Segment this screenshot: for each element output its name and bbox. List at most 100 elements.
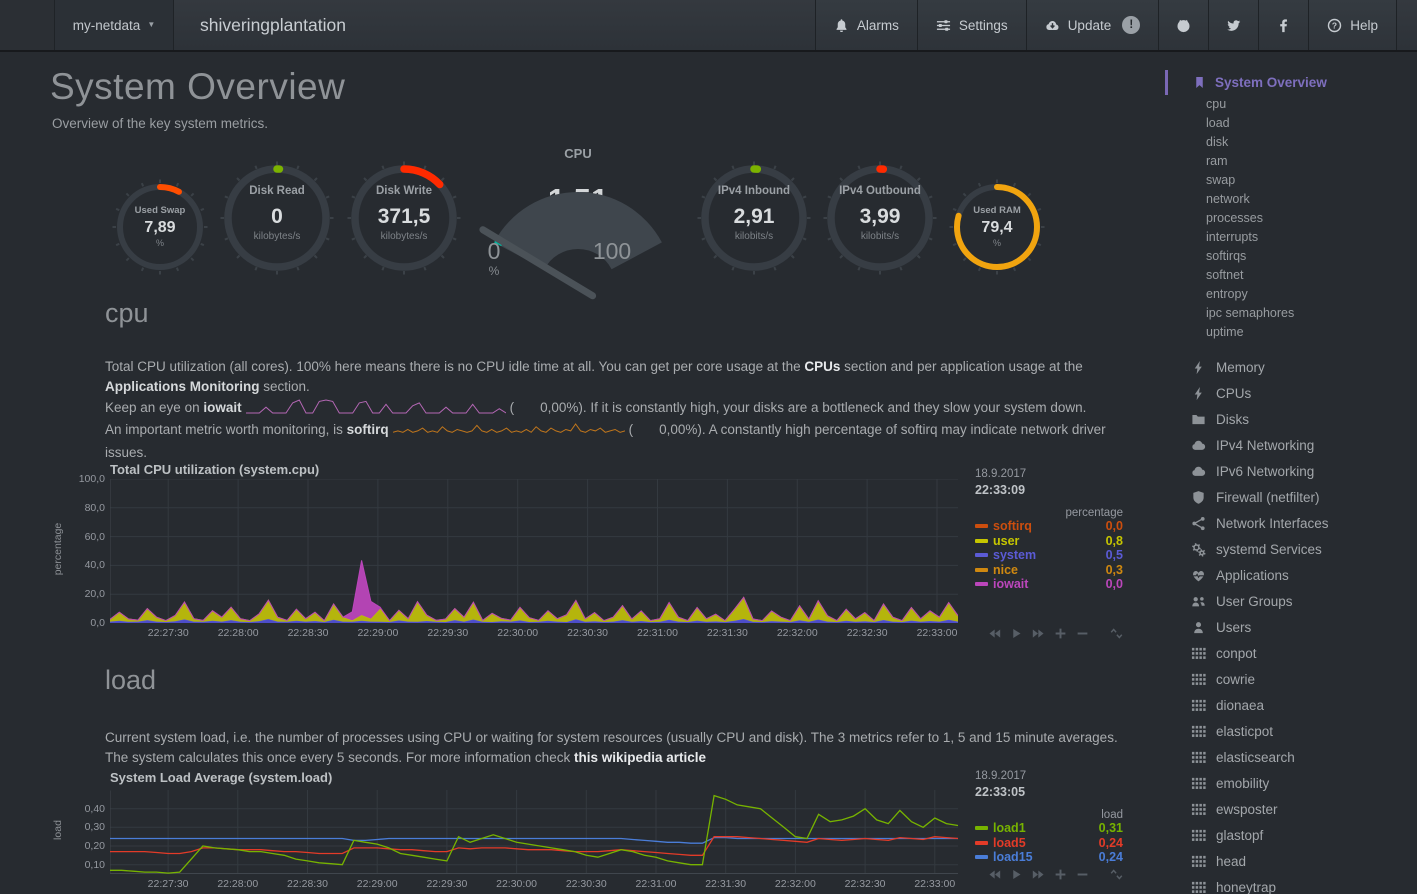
sidebar-subitem-softnet[interactable]: softnet [1165, 266, 1417, 285]
sidebar-subitem-interrupts[interactable]: interrupts [1165, 228, 1417, 247]
sidebar-item-disks[interactable]: Disks [1165, 406, 1417, 432]
chart-zoom-in-button[interactable] [1054, 627, 1067, 640]
github-button[interactable] [1158, 0, 1208, 50]
sidebar-item-conpot[interactable]: conpot [1165, 640, 1417, 666]
sidebar-item-cowrie[interactable]: cowrie [1165, 666, 1417, 692]
update-button[interactable]: Update! [1026, 0, 1159, 50]
sidebar-item-system-overview[interactable]: System Overview [1165, 70, 1417, 95]
chart-pan-forward-button[interactable] [1032, 868, 1045, 881]
sidebar-item-elasticpot[interactable]: elasticpot [1165, 718, 1417, 744]
cpu-p2-text-1: Keep an eye on [105, 400, 203, 415]
gauge-cpu[interactable]: CPU1,510100% [478, 140, 678, 315]
legend-row-load15[interactable]: load150,24 [975, 850, 1125, 865]
legend-row-load1[interactable]: load10,31 [975, 821, 1125, 836]
sidebar-item-memory[interactable]: Memory [1165, 354, 1417, 380]
sidebar-item-honeytrap[interactable]: honeytrap [1165, 874, 1417, 894]
legend-swatch [975, 855, 988, 859]
gauge-value: 3,99 [822, 205, 938, 229]
settings-button[interactable]: Settings [917, 0, 1026, 50]
legend-row-softirq[interactable]: softirq0,0 [975, 519, 1125, 534]
chart-zoom-out-button[interactable] [1076, 868, 1089, 881]
sidebar-item-ipv4-networking[interactable]: IPv4 Networking [1165, 432, 1417, 458]
sidebar-item-head[interactable]: head [1165, 848, 1417, 874]
sidebar-subitem-network[interactable]: network [1165, 190, 1417, 209]
bell-icon [834, 18, 849, 33]
gauge-unit: kilobits/s [696, 231, 812, 242]
sidebar-item-network-interfaces[interactable]: Network Interfaces [1165, 510, 1417, 536]
update-badge: ! [1122, 16, 1140, 34]
help-button[interactable]: ?Help [1308, 0, 1396, 50]
legend-row-nice[interactable]: nice0,3 [975, 563, 1125, 578]
chart-resize-button[interactable] [1110, 868, 1123, 881]
chart-legend: 18.9.201722:33:05loadload10,31load50,24l… [975, 770, 1125, 865]
chart-zoom-in-button[interactable] [1054, 868, 1067, 881]
sliders-icon [936, 18, 951, 33]
my-netdata-menu[interactable]: my-netdata ▼ [55, 0, 174, 50]
facebook-button[interactable] [1258, 0, 1308, 50]
load-chart[interactable]: System Load Average (system.load)0,400,3… [50, 770, 1165, 894]
gauge-used-swap[interactable]: Used Swap7,89% [112, 179, 208, 275]
sidebar-item-firewall-netfilter[interactable]: Firewall (netfilter) [1165, 484, 1417, 510]
sidebar-item-user-groups[interactable]: User Groups [1165, 588, 1417, 614]
gauge-disk-write[interactable]: Disk Write371,5kilobytes/s [346, 160, 462, 276]
heartbeat-icon [1191, 568, 1206, 583]
grid-icon [1191, 698, 1206, 713]
chart-pan-forward-button[interactable] [1032, 627, 1045, 640]
legend-row-user[interactable]: user0,8 [975, 534, 1125, 549]
sidebar-subitem-ipc-semaphores[interactable]: ipc semaphores [1165, 304, 1417, 323]
alarms-button-label: Alarms [857, 18, 899, 33]
sidebar-subitem-entropy[interactable]: entropy [1165, 285, 1417, 304]
chart-zoom-out-button[interactable] [1076, 627, 1089, 640]
alarms-button[interactable]: Alarms [815, 0, 917, 50]
cpus-link[interactable]: CPUs [804, 359, 840, 374]
sidebar-item-systemd-services[interactable]: systemd Services [1165, 536, 1417, 562]
legend-row-iowait[interactable]: iowait0,0 [975, 577, 1125, 592]
update-button-label: Update [1068, 18, 1112, 33]
sidebar-item-ipv6-networking[interactable]: IPv6 Networking [1165, 458, 1417, 484]
legend-row-system[interactable]: system0,5 [975, 548, 1125, 563]
chart-play-button[interactable] [1010, 627, 1023, 640]
sidebar-item-emobility[interactable]: emobility [1165, 770, 1417, 796]
gauge-value: 2,91 [696, 205, 812, 229]
legend-row-load5[interactable]: load50,24 [975, 836, 1125, 851]
sidebar-item-ewsposter[interactable]: ewsposter [1165, 796, 1417, 822]
cpu-chart[interactable]: Total CPU utilization (system.cpu)100,08… [50, 462, 1165, 647]
sidebar-subitem-swap[interactable]: swap [1165, 171, 1417, 190]
sidebar-subitem-softirqs[interactable]: softirqs [1165, 247, 1417, 266]
sidebar-item-users[interactable]: Users [1165, 614, 1417, 640]
sidebar-subitem-processes[interactable]: processes [1165, 209, 1417, 228]
sidebar-subitem-uptime[interactable]: uptime [1165, 323, 1417, 342]
cloud-download-icon [1045, 18, 1060, 33]
gauge-disk-read[interactable]: Disk Read0kilobytes/s [219, 160, 335, 276]
nav-toggle-button[interactable] [0, 0, 55, 50]
wikipedia-link[interactable]: this wikipedia article [574, 750, 706, 765]
sidebar-item-glastopf[interactable]: glastopf [1165, 822, 1417, 848]
gauge-used-ram[interactable]: Used RAM79,4% [949, 179, 1045, 275]
chart-pan-backward-button[interactable] [988, 627, 1001, 640]
chart-plot-area[interactable] [110, 479, 958, 628]
cpu-description: Total CPU utilization (all cores). 100% … [105, 357, 1125, 463]
sidebar-item-label: honeytrap [1216, 880, 1276, 894]
page-title: System Overview [50, 66, 345, 108]
chart-pan-backward-button[interactable] [988, 868, 1001, 881]
sidebar-subitem-ram[interactable]: ram [1165, 152, 1417, 171]
legend-series-value: 0,0 [1106, 519, 1125, 533]
chart-plot-area[interactable] [110, 790, 958, 879]
load-paragraph-1: Current system load, i.e. the number of … [105, 728, 1125, 769]
gauge-ipv4-inbound[interactable]: IPv4 Inbound2,91kilobits/s [696, 160, 812, 276]
twitter-button[interactable] [1208, 0, 1258, 50]
sidebar-item-label: emobility [1216, 776, 1269, 791]
gauge-ipv4-outbound[interactable]: IPv4 Outbound3,99kilobits/s [822, 160, 938, 276]
legend-unit-header: percentage [975, 507, 1125, 519]
sidebar-subitem-cpu[interactable]: cpu [1165, 95, 1417, 114]
legend-series-name: load1 [993, 821, 1099, 835]
sidebar-item-elasticsearch[interactable]: elasticsearch [1165, 744, 1417, 770]
legend-date: 18.9.2017 [975, 770, 1125, 782]
chart-play-button[interactable] [1010, 868, 1023, 881]
sidebar-subitem-load[interactable]: load [1165, 114, 1417, 133]
chart-resize-button[interactable] [1110, 627, 1123, 640]
sidebar-item-dionaea[interactable]: dionaea [1165, 692, 1417, 718]
sidebar-item-cpus[interactable]: CPUs [1165, 380, 1417, 406]
sidebar-subitem-disk[interactable]: disk [1165, 133, 1417, 152]
sidebar-item-applications[interactable]: Applications [1165, 562, 1417, 588]
